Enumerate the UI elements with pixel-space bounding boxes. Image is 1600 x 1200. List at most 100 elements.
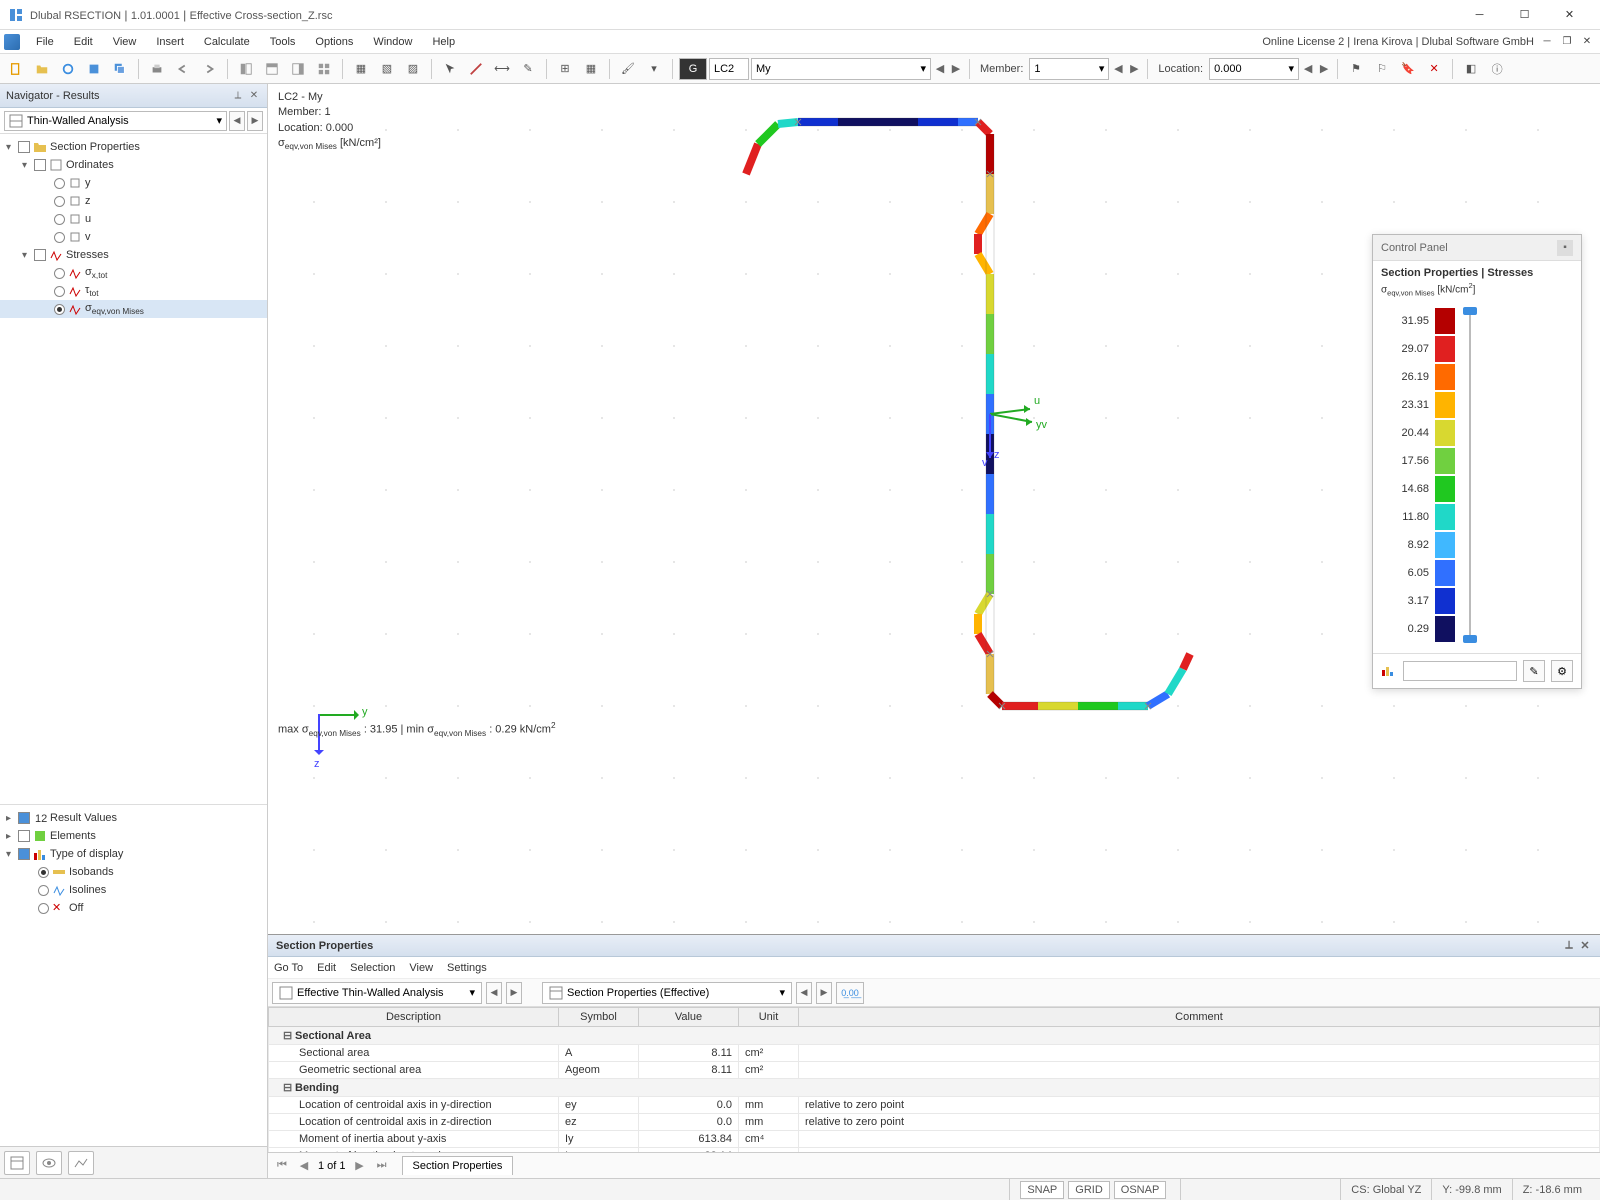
tree-isobands[interactable]: Isobands xyxy=(0,863,267,881)
loc-prev[interactable]: ◀ xyxy=(1301,62,1315,75)
scale-slider[interactable] xyxy=(1461,307,1479,643)
save-button[interactable] xyxy=(82,57,106,81)
pager-last[interactable]: ⏭ xyxy=(374,1159,390,1172)
tree-sigma-eqv[interactable]: σeqv,von Mises xyxy=(0,300,267,318)
sp-tb-next[interactable]: ▶ xyxy=(816,982,832,1004)
navigator-lower-tree[interactable]: ▸12Result Values ▸Elements ▾Type of disp… xyxy=(0,804,267,1146)
grid-button[interactable]: ▦ xyxy=(579,57,603,81)
tree-stresses[interactable]: ▾ Stresses xyxy=(0,246,267,264)
table-row[interactable]: Geometric sectional areaAgeom8.11cm² xyxy=(269,1062,1600,1079)
tree-ord-u[interactable]: u xyxy=(0,210,267,228)
scale-value-field[interactable] xyxy=(1403,661,1517,681)
window-maximize[interactable]: ☐ xyxy=(1502,0,1547,30)
redo-button[interactable] xyxy=(197,57,221,81)
menu-tools[interactable]: Tools xyxy=(260,33,306,51)
undo-button[interactable] xyxy=(171,57,195,81)
table-row[interactable]: Location of centroidal axis in y-directi… xyxy=(269,1097,1600,1114)
scale-edit-button[interactable]: ✎ xyxy=(1523,660,1545,682)
view3-button[interactable]: ▨ xyxy=(401,57,425,81)
window-minimize[interactable]: ─ xyxy=(1457,0,1502,30)
flag1-button[interactable]: ⚑ xyxy=(1344,57,1368,81)
tree-tau-tot[interactable]: τtot xyxy=(0,282,267,300)
nav-pin-icon[interactable]: ⟂ xyxy=(231,89,245,103)
view1-button[interactable]: ▦ xyxy=(349,57,373,81)
nav-mode-next[interactable]: ▶ xyxy=(247,111,263,131)
tree-section-properties[interactable]: ▾ Section Properties xyxy=(0,138,267,156)
tree-isolines[interactable]: Isolines xyxy=(0,881,267,899)
flag2-button[interactable]: ⚐ xyxy=(1370,57,1394,81)
measure-button[interactable] xyxy=(464,57,488,81)
sp-menu-settings[interactable]: Settings xyxy=(447,962,487,974)
navigator-tree[interactable]: ▾ Section Properties ▾ Ordinates y z u v… xyxy=(0,134,267,804)
grid-toggle[interactable]: GRID xyxy=(1068,1181,1110,1199)
sp-table[interactable]: Description Symbol Value Unit Comment ⊟S… xyxy=(268,1007,1600,1152)
sp-close-icon[interactable]: ✕ xyxy=(1578,939,1592,953)
table-group[interactable]: ⊟Sectional Area xyxy=(269,1027,1600,1045)
loadcase-name[interactable]: My▾ xyxy=(751,58,931,80)
table-row[interactable]: Sectional areaA8.11cm² xyxy=(269,1045,1600,1062)
sp-an-next[interactable]: ▶ xyxy=(506,982,522,1004)
menu-file[interactable]: File xyxy=(26,33,64,51)
tree-ordinates[interactable]: ▾ Ordinates xyxy=(0,156,267,174)
sp-menu-edit[interactable]: Edit xyxy=(317,962,336,974)
dimension-button[interactable]: ⟷ xyxy=(490,57,514,81)
info-button[interactable]: ⓘ xyxy=(1485,57,1509,81)
select-button[interactable] xyxy=(438,57,462,81)
annotate-button[interactable]: ✎ xyxy=(516,57,540,81)
nav-tab-results[interactable] xyxy=(68,1151,94,1175)
tree-ord-v[interactable]: v xyxy=(0,228,267,246)
mdi-restore-icon[interactable]: ❐ xyxy=(1560,35,1574,49)
menu-options[interactable]: Options xyxy=(305,33,363,51)
color-button[interactable]: ▾ xyxy=(642,57,666,81)
sp-tb-units[interactable]: 0̲.0̲0̲ xyxy=(836,982,864,1004)
tree-type-display[interactable]: ▾Type of display xyxy=(0,845,267,863)
menu-view[interactable]: View xyxy=(103,33,147,51)
snap-button[interactable]: ⊞ xyxy=(553,57,577,81)
pager-first[interactable]: ⏮ xyxy=(274,1159,290,1172)
sp-an-prev[interactable]: ◀ xyxy=(486,982,502,1004)
menu-edit[interactable]: Edit xyxy=(64,33,103,51)
nav-tab-data[interactable] xyxy=(4,1151,30,1175)
menu-insert[interactable]: Insert xyxy=(146,33,194,51)
navigator-button[interactable] xyxy=(234,57,258,81)
mdi-minimize-icon[interactable]: ─ xyxy=(1540,35,1554,49)
osnap-toggle[interactable]: OSNAP xyxy=(1114,1181,1167,1199)
view2-button[interactable]: ▧ xyxy=(375,57,399,81)
sp-tab[interactable]: Section Properties xyxy=(402,1156,514,1175)
tree-ord-y[interactable]: y xyxy=(0,174,267,192)
sp-menu-selection[interactable]: Selection xyxy=(350,962,395,974)
scale-settings-button[interactable]: ⚙ xyxy=(1551,660,1573,682)
loadcase-badge[interactable]: G xyxy=(679,58,707,80)
loc-next[interactable]: ▶ xyxy=(1317,62,1331,75)
results-button[interactable]: ◧ xyxy=(1459,57,1483,81)
tree-off[interactable]: ✕Off xyxy=(0,899,267,917)
navigator-mode-combo[interactable]: Thin-Walled Analysis▾ xyxy=(4,111,227,131)
panel-button[interactable] xyxy=(260,57,284,81)
nav-close-icon[interactable]: ✕ xyxy=(247,89,261,103)
window-close[interactable]: ✕ xyxy=(1547,0,1592,30)
mdi-close-icon[interactable]: ✕ xyxy=(1580,35,1594,49)
menu-help[interactable]: Help xyxy=(422,33,465,51)
control-panel-title[interactable]: Control Panel ▪ xyxy=(1373,235,1581,261)
tree-ord-z[interactable]: z xyxy=(0,192,267,210)
sp-menu-goto[interactable]: Go To xyxy=(274,962,303,974)
layout-button[interactable] xyxy=(312,57,336,81)
tree-sigma-x[interactable]: σx,tot xyxy=(0,264,267,282)
location-combo[interactable]: 0.000▾ xyxy=(1209,58,1299,80)
nav-tab-display[interactable] xyxy=(36,1151,62,1175)
table-row[interactable]: Moment of inertia about y-axisIy613.84cm… xyxy=(269,1131,1600,1148)
member-next[interactable]: ▶ xyxy=(1127,62,1141,75)
menu-window[interactable]: Window xyxy=(363,33,422,51)
member-combo[interactable]: 1▾ xyxy=(1029,58,1109,80)
sp-tb-prev[interactable]: ◀ xyxy=(796,982,812,1004)
pager-prev[interactable]: ◀ xyxy=(296,1159,312,1172)
nav-mode-prev[interactable]: ◀ xyxy=(229,111,245,131)
sp-pin-icon[interactable]: ⟂ xyxy=(1562,939,1576,953)
loadcase-code[interactable]: LC2 xyxy=(709,58,749,80)
control-panel-close-icon[interactable]: ▪ xyxy=(1557,240,1573,256)
saveall-button[interactable] xyxy=(108,57,132,81)
open-button[interactable] xyxy=(30,57,54,81)
sp-analysis-combo[interactable]: Effective Thin-Walled Analysis▾ xyxy=(272,982,482,1004)
viewport[interactable]: LC2 - My Member: 1 Location: 0.000 σeqv,… xyxy=(268,84,1600,934)
tree-result-values[interactable]: ▸12Result Values xyxy=(0,809,267,827)
